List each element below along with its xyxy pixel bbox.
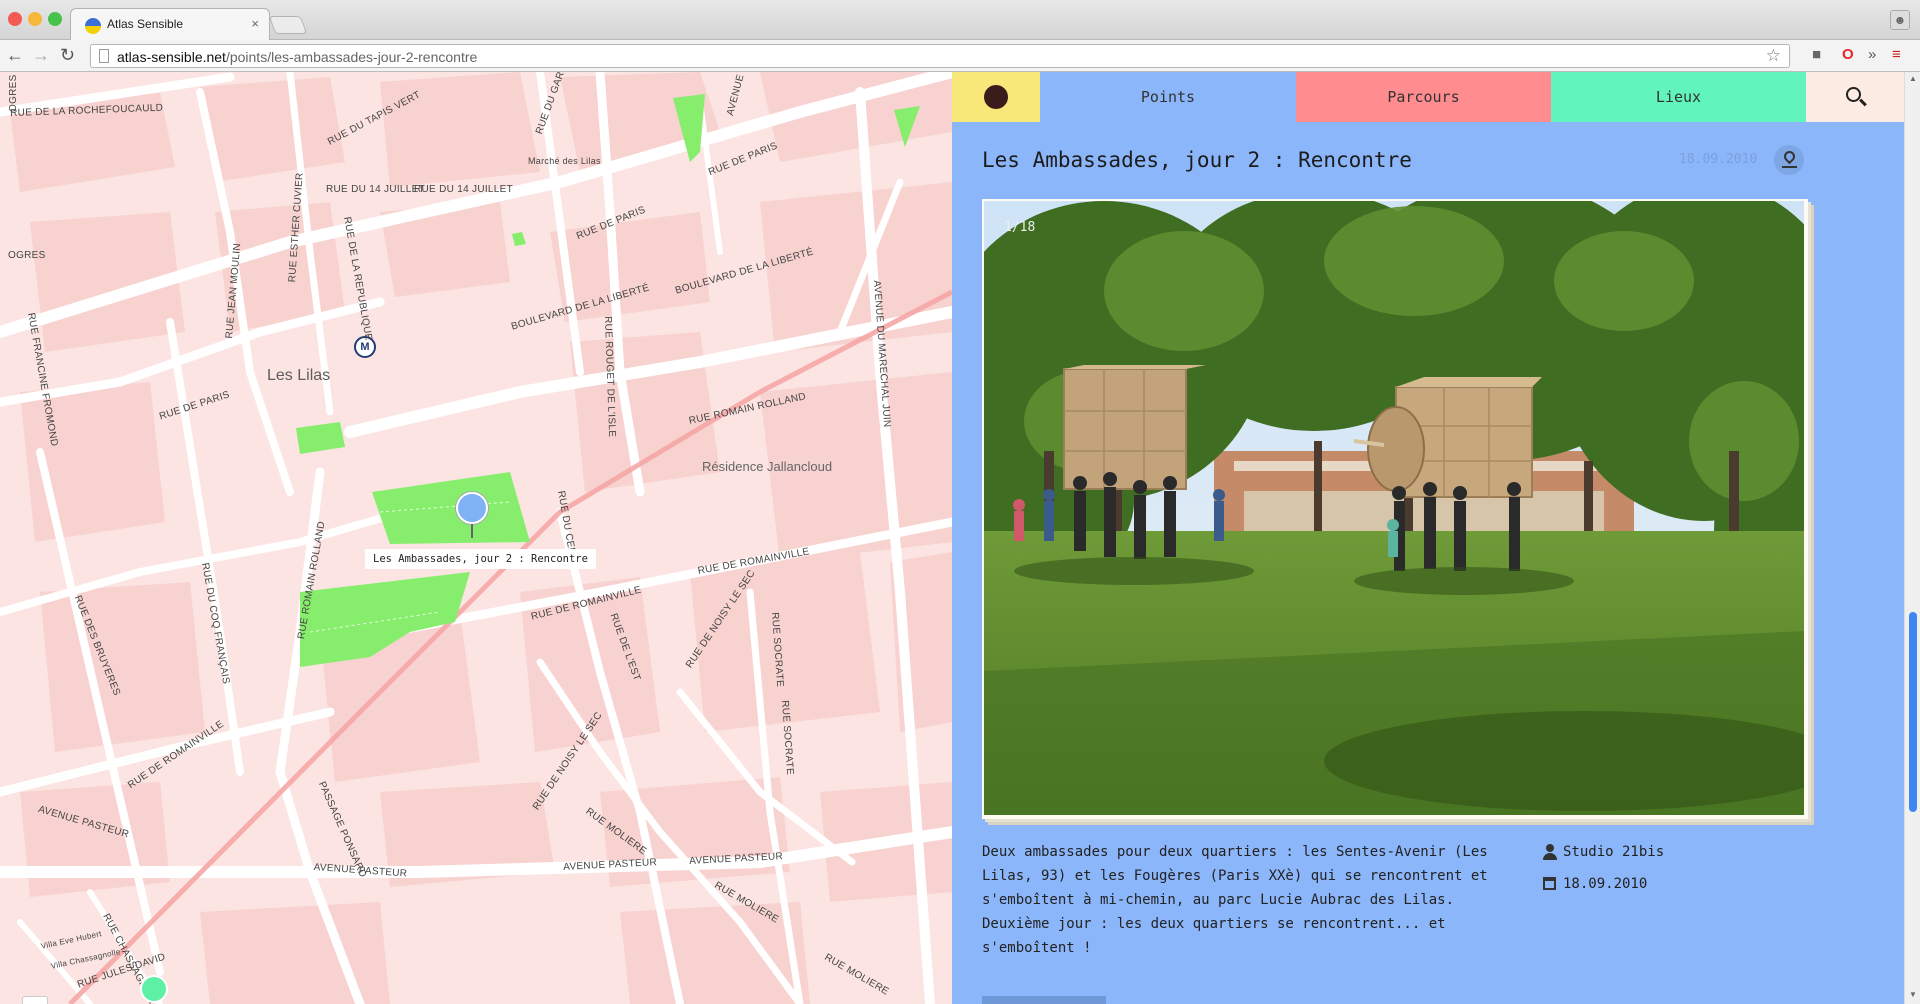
minimize-window-button[interactable] — [28, 12, 42, 26]
page-title: Les Ambassades, jour 2 : Rencontre — [982, 148, 1412, 172]
point-marker-stem — [471, 524, 473, 538]
url-text: atlas-sensible.net/points/les-ambassades… — [117, 49, 478, 65]
place-residence: Résidence Jallancloud — [702, 459, 833, 474]
person-icon — [1543, 844, 1557, 860]
description-paragraph: Deuxième jour : les deux quartiers se re… — [982, 916, 1446, 956]
user-icon[interactable]: ☻ — [1890, 10, 1910, 30]
new-tab-button[interactable] — [268, 16, 308, 34]
tab-parcours[interactable]: Parcours — [1296, 72, 1551, 122]
point-detail-panel: Points Parcours Lieux Les Ambassades, jo… — [952, 72, 1904, 1004]
search-button[interactable] — [1806, 72, 1904, 122]
street-label: OGRES — [8, 250, 46, 261]
gallery-photo[interactable]: 1/18 — [984, 201, 1804, 815]
point-meta: Studio 21bis 18.09.2010 — [1539, 840, 1664, 904]
point-marker-tooltip: Les Ambassades, jour 2 : Rencontre — [365, 549, 596, 569]
market-label: Marché des Lilas — [528, 156, 601, 166]
search-icon-handle — [1859, 98, 1867, 107]
browser-toolbar: ← → ↻ atlas-sensible.net/points/les-amba… — [0, 40, 1920, 72]
scroll-down-icon[interactable]: ▼ — [1908, 990, 1918, 999]
photo-gallery[interactable]: 1/18 — [982, 199, 1808, 819]
zoom-in-button[interactable]: + — [23, 997, 47, 1004]
zoom-window-button[interactable] — [48, 12, 62, 26]
street-label: RUE DU 14 JUILLET — [414, 184, 514, 195]
atlas-favicon-icon — [85, 18, 101, 34]
calendar-icon — [1543, 877, 1556, 890]
main-nav: Points Parcours Lieux — [952, 72, 1904, 122]
date-row: 18.09.2010 — [1539, 872, 1664, 904]
forward-icon[interactable]: → — [32, 45, 50, 66]
puzzle-icon[interactable]: ■ — [1812, 46, 1821, 63]
photo-park-cardboard-boxes — [984, 201, 1804, 815]
home-button[interactable] — [952, 72, 1040, 122]
street-label: RUE DU 14 JUILLET — [326, 184, 426, 195]
logo-dot-icon — [984, 85, 1008, 109]
place-les-lilas: Les Lilas — [267, 367, 331, 384]
close-window-button[interactable] — [8, 12, 22, 26]
photo-counter: 1/18 — [1004, 220, 1036, 235]
section-tab-partial[interactable] — [982, 996, 1106, 1004]
browser-tabstrip: Atlas Sensible × ☻ — [0, 0, 1920, 40]
tab-lieux[interactable]: Lieux — [1551, 72, 1806, 122]
scrollbar-thumb[interactable] — [1909, 612, 1917, 812]
star-icon[interactable]: ☆ — [1766, 46, 1781, 66]
point-date: 18.09.2010 — [1679, 152, 1758, 167]
browser-tab[interactable]: Atlas Sensible × — [70, 8, 270, 40]
point-description: Deux ambassades pour deux quartiers : le… — [982, 840, 1517, 960]
street-label: OGRES — [8, 74, 19, 112]
meta-date: 18.09.2010 — [1563, 876, 1648, 892]
map-canvas — [0, 72, 952, 1004]
tab-title: Atlas Sensible — [107, 17, 184, 31]
overflow-icon[interactable]: » — [1868, 46, 1876, 63]
author-row[interactable]: Studio 21bis — [1539, 840, 1664, 872]
tab-close-icon[interactable]: × — [251, 16, 259, 31]
scroll-up-icon[interactable]: ▲ — [1908, 74, 1918, 83]
panel-scrollbar[interactable]: ▲ ▼ — [1904, 72, 1920, 1004]
back-icon[interactable]: ← — [6, 45, 24, 66]
point-marker-blue[interactable] — [456, 492, 488, 524]
page-icon — [99, 49, 109, 63]
map-pin-icon — [1781, 148, 1798, 165]
map-view[interactable]: Les Lilas Résidence Jallancloud Marché d… — [0, 72, 952, 1004]
map-pin-base-icon — [1782, 166, 1797, 168]
opera-icon[interactable]: O — [1842, 46, 1854, 63]
locate-on-map-button[interactable] — [1774, 145, 1804, 175]
author-name: Studio 21bis — [1563, 844, 1665, 860]
address-bar[interactable]: atlas-sensible.net/points/les-ambassades… — [90, 44, 1790, 68]
description-paragraph: Deux ambassades pour deux quartiers : le… — [982, 844, 1488, 908]
reload-icon[interactable]: ↻ — [60, 45, 75, 66]
tab-points[interactable]: Points — [1040, 72, 1296, 122]
zoom-control: + - — [22, 996, 48, 1004]
place-marker-green[interactable] — [140, 975, 168, 1003]
menu-icon[interactable]: ≡ — [1892, 46, 1901, 63]
